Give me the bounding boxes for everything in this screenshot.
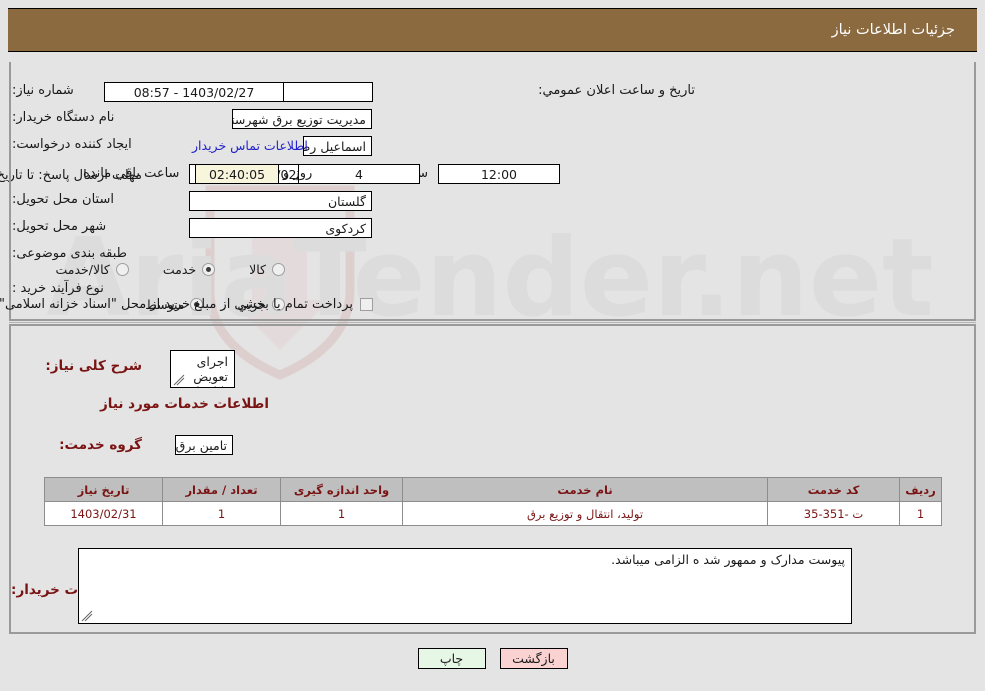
category-option-1[interactable]: خدمت <box>162 262 216 277</box>
col-header-code: کد خدمت <box>767 477 900 502</box>
category-option-1-label: خدمت <box>162 262 197 277</box>
col-header-radif: ردیف <box>899 477 942 502</box>
category-option-2[interactable]: کالا/خدمت <box>55 262 129 277</box>
announce-datetime-label: تاریخ و ساعت اعلان عمومي: <box>538 83 695 98</box>
resize-grip-icon[interactable] <box>81 610 93 622</box>
cell-date: 1403/02/31 <box>44 501 163 526</box>
services-section-heading: اطلاعات خدمات مورد نیاز <box>99 396 269 412</box>
col-header-qty: تعداد / مقدار <box>162 477 281 502</box>
service-group-label: گروه خدمت: <box>59 437 142 453</box>
province-label: استان محل تحویل: <box>12 192 114 207</box>
window-title-bar: جزئیات اطلاعات نیاز <box>8 8 977 52</box>
back-button[interactable]: بازگشت <box>499 648 568 669</box>
city-row: شهر محل تحویل: <box>10 219 142 234</box>
page-root: AriaTender.net جزئیات اطلاعات نیاز شماره… <box>0 0 985 691</box>
buyer-org-label: نام دستگاه خریدار: <box>12 110 115 125</box>
resize-grip-icon[interactable] <box>173 374 185 386</box>
summary-label: شرح کلی نیاز: <box>45 358 142 374</box>
category-option-2-label: کالا/خدمت <box>55 262 110 277</box>
panel-divider <box>9 322 976 323</box>
buyer-notes-text: پیوست مدارک و ممهور شد ه الزامی میباشد. <box>611 552 845 567</box>
radio-icon[interactable] <box>115 263 129 276</box>
col-header-date: تاریخ نیاز <box>44 477 163 502</box>
treasury-checkbox-label: پرداخت تمام یا بخشی از مبلغ خرید،از محل … <box>0 297 353 312</box>
cell-code: ت -351-35 <box>767 501 900 526</box>
process-row: نوع فرآیند خرید : <box>10 281 142 296</box>
province-row: استان محل تحویل: <box>10 192 142 207</box>
table-row[interactable]: 1 ت -351-35 تولید، انتقال و توزیع برق 1 … <box>44 501 942 526</box>
city-label: شهر محل تحویل: <box>12 219 107 234</box>
process-label: نوع فرآیند خرید : <box>12 281 104 296</box>
category-label: طبقه بندی موضوعی: <box>12 246 128 261</box>
page-title: جزئیات اطلاعات نیاز <box>831 22 955 38</box>
summary-textarea[interactable]: اجرای تعویض تابلوهای هوشمند 100،125،160و… <box>170 350 235 388</box>
need-info-panel <box>9 62 976 321</box>
cell-radif: 1 <box>899 501 942 526</box>
category-option-0[interactable]: کالا <box>249 262 285 277</box>
radio-icon[interactable] <box>272 263 285 276</box>
table-header-row: ردیف کد خدمت نام خدمت واحد اندازه گیری ت… <box>44 477 942 502</box>
col-header-name: نام خدمت <box>402 477 768 502</box>
category-row: طبقه بندی موضوعی: <box>10 246 142 261</box>
radio-icon[interactable] <box>202 263 216 276</box>
summary-text: اجرای تعویض تابلوهای هوشمند 100،125،160و… <box>186 354 228 387</box>
cell-unit: 1 <box>280 501 403 526</box>
category-radio-group: کالا خدمت کالا/خدمت <box>55 262 285 277</box>
cell-name: تولید، انتقال و توزیع برق <box>402 501 768 526</box>
treasury-checkbox-row[interactable]: پرداخت تمام یا بخشی از مبلغ خرید،از محل … <box>0 297 373 312</box>
buyer-org-row: نام دستگاه خریدار: <box>10 110 142 125</box>
cell-qty: 1 <box>162 501 281 526</box>
creator-row: ایجاد کننده درخواست: <box>10 137 142 152</box>
need-number-row: شماره نیاز: <box>10 83 142 98</box>
action-buttons: بازگشت چاپ <box>0 648 985 669</box>
announce-datetime-label-wrap: تاریخ و ساعت اعلان عمومي: <box>538 83 695 98</box>
category-option-0-label: کالا <box>249 262 266 277</box>
col-header-unit: واحد اندازه گیری <box>280 477 403 502</box>
buyer-notes-textarea[interactable]: پیوست مدارک و ممهور شد ه الزامی میباشد. <box>78 548 852 624</box>
print-button[interactable]: چاپ <box>417 648 486 669</box>
services-table: ردیف کد خدمت نام خدمت واحد اندازه گیری ت… <box>44 477 942 526</box>
checkbox-icon[interactable] <box>360 298 373 311</box>
need-number-label: شماره نیاز: <box>12 83 74 98</box>
creator-label: ایجاد کننده درخواست: <box>12 137 132 152</box>
